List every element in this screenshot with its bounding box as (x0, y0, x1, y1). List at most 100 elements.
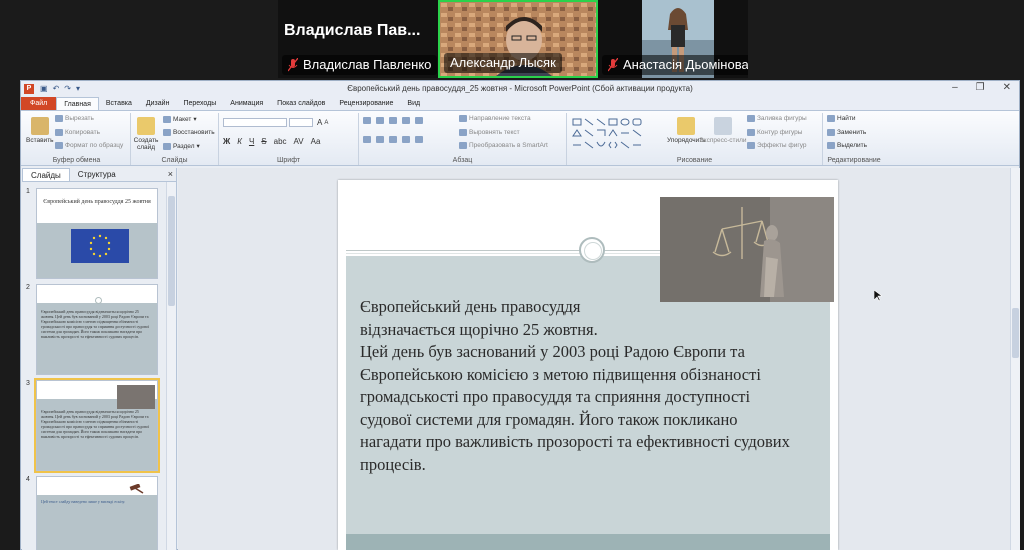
powerpoint-window: P ▣ ↶ ↷ ▾ Європейський день правосуддя_2… (20, 80, 1020, 550)
outline-icon (747, 129, 755, 136)
select-button[interactable]: Выделить (827, 142, 867, 149)
slide-thumbnail-3[interactable]: Європейський день правосуддя відзначаєть… (34, 378, 160, 473)
tab-design[interactable]: Дизайн (139, 97, 177, 110)
indent-decrease-icon[interactable] (389, 117, 397, 124)
participant-label-text: Владислав Павленко (303, 57, 432, 72)
align-text-label: Выровнять текст (469, 129, 520, 136)
group-label: Буфер обмена (52, 157, 101, 164)
mouse-pointer-icon (874, 290, 882, 302)
align-left-icon[interactable] (363, 136, 371, 143)
shape-fill-button[interactable]: Заливка фигуры (747, 115, 807, 122)
bullets-icon[interactable] (363, 117, 371, 124)
quick-access-toolbar: ▣ ↶ ↷ ▾ (40, 84, 80, 93)
shadow-button[interactable]: abc (274, 137, 287, 146)
thumb-text: Європейський день правосуддя відзначаєть… (41, 409, 150, 439)
section-button[interactable]: Раздел ▾ (163, 142, 200, 150)
participant-tile-anastasiia[interactable]: Анастасія Дьомінова (598, 0, 748, 78)
slide-thumbnail-2[interactable]: Європейський день правосуддя відзначаєть… (36, 284, 158, 375)
align-text-button[interactable]: Выровнять текст (459, 129, 520, 136)
change-case-button[interactable]: Aa (311, 137, 321, 146)
font-size-select[interactable] (289, 118, 313, 127)
text-direction-label: Направление текста (469, 115, 531, 122)
replace-label: Заменить (837, 129, 867, 136)
ribbon: Вставить Вырезать Копировать Формат по о… (21, 110, 1019, 166)
shape-effects-button[interactable]: Эффекты фигур (747, 142, 807, 149)
redo-icon[interactable]: ↷ (64, 84, 71, 93)
tab-transitions[interactable]: Переходы (176, 97, 223, 110)
cut-button[interactable]: Вырезать (55, 115, 94, 122)
quick-styles-label: Экспресс-стили (699, 137, 747, 144)
paste-button[interactable]: Вставить (26, 117, 54, 144)
scissors-icon (55, 115, 63, 122)
current-slide[interactable]: Європейський день правосуддя відзначаєть… (338, 180, 838, 550)
font-name-select[interactable] (223, 118, 287, 127)
effects-icon (747, 142, 755, 149)
font-grow-shrink[interactable]: AA (317, 118, 328, 127)
italic-button[interactable]: К (237, 137, 242, 146)
tab-file[interactable]: Файл (21, 97, 57, 110)
font-shrink-icon[interactable]: A (324, 120, 328, 126)
save-icon[interactable]: ▣ (40, 84, 48, 93)
shapes-gallery[interactable] (571, 117, 653, 151)
slide-thumbnail-4[interactable]: Цей текст слайду наведено лише у вигляді… (36, 476, 158, 550)
slide-thumbnail-1[interactable]: Європейський день правосуддя 25 жовтня (36, 188, 158, 279)
copy-button[interactable]: Копировать (55, 129, 100, 136)
layout-label: Макет (173, 115, 192, 123)
shape-outline-button[interactable]: Контур фигуры (747, 129, 802, 136)
quick-styles-button[interactable]: Экспресс-стили (699, 117, 747, 144)
tab-slides[interactable]: Слайды (22, 168, 70, 181)
tab-home[interactable]: Главная (56, 97, 99, 110)
slides-pane-scrollbar[interactable] (166, 182, 176, 550)
layout-button[interactable]: Макет ▾ (163, 115, 197, 123)
align-center-icon[interactable] (376, 136, 384, 143)
powerpoint-icon[interactable]: P (24, 83, 34, 94)
scrollbar-thumb[interactable] (1012, 308, 1019, 358)
indent-increase-icon[interactable] (402, 117, 410, 124)
justify-icon[interactable] (402, 136, 410, 143)
close-pane-icon[interactable]: × (168, 169, 173, 179)
participant-tile-vladyslav[interactable]: Владислав Пав... Владислав Павленко (278, 0, 438, 78)
reset-button[interactable]: Восстановить (163, 129, 215, 136)
line-spacing-icon[interactable] (415, 117, 423, 124)
new-slide-button[interactable]: Создать слайд (134, 117, 158, 151)
binoculars-icon (827, 115, 835, 122)
bold-button[interactable]: Ж (223, 137, 230, 146)
underline-button[interactable]: Ч (249, 137, 254, 146)
scrollbar-thumb[interactable] (168, 196, 175, 306)
slide-number: 3 (26, 380, 30, 387)
tab-insert[interactable]: Вставка (99, 97, 139, 110)
select-icon (827, 142, 835, 149)
font-grow-icon[interactable]: A (317, 118, 322, 127)
slide-number: 4 (26, 476, 30, 483)
replace-button[interactable]: Заменить (827, 129, 866, 136)
format-painter-label: Формат по образцу (65, 142, 124, 149)
group-label: Рисование (676, 157, 713, 164)
align-right-icon[interactable] (389, 136, 397, 143)
canvas-scrollbar[interactable] (1010, 168, 1020, 550)
qat-dropdown-icon[interactable]: ▾ (76, 84, 80, 93)
group-font: AA Ж К Ч S abc AV Aa Шрифт (219, 113, 359, 165)
numbering-icon[interactable] (376, 117, 384, 124)
text-direction-button[interactable]: Направление текста (459, 115, 531, 122)
tab-slideshow[interactable]: Показ слайдов (270, 97, 332, 110)
participant-label: Александр Лысяк (444, 53, 562, 73)
participant-tile-oleksandr[interactable]: Александр Лысяк (438, 0, 598, 78)
tab-animations[interactable]: Анимация (223, 97, 270, 110)
strikethrough-button[interactable]: S (261, 137, 266, 146)
smartart-button[interactable]: Преобразовать в SmartArt (459, 142, 548, 149)
tab-review[interactable]: Рецензирование (332, 97, 400, 110)
participant-label: Анастасія Дьомінова (602, 55, 748, 75)
find-button[interactable]: Найти (827, 115, 856, 122)
columns-icon[interactable] (415, 136, 423, 143)
maximize-icon[interactable]: ❐ (976, 82, 985, 93)
undo-icon[interactable]: ↶ (53, 84, 60, 93)
tab-view[interactable]: Вид (400, 97, 427, 110)
slide-body-text[interactable]: Європейський день правосуддя відзначаєть… (360, 296, 790, 476)
minimize-icon[interactable]: – (952, 82, 958, 93)
format-painter-button[interactable]: Формат по образцу (55, 142, 123, 149)
close-window-icon[interactable]: ✕ (1003, 82, 1011, 93)
justice-statue-image[interactable] (660, 197, 834, 302)
char-spacing-button[interactable]: AV (294, 137, 304, 146)
thumb-text: Цей текст слайду наведено лише у вигляді… (41, 499, 126, 504)
tab-outline[interactable]: Структура (70, 168, 124, 181)
